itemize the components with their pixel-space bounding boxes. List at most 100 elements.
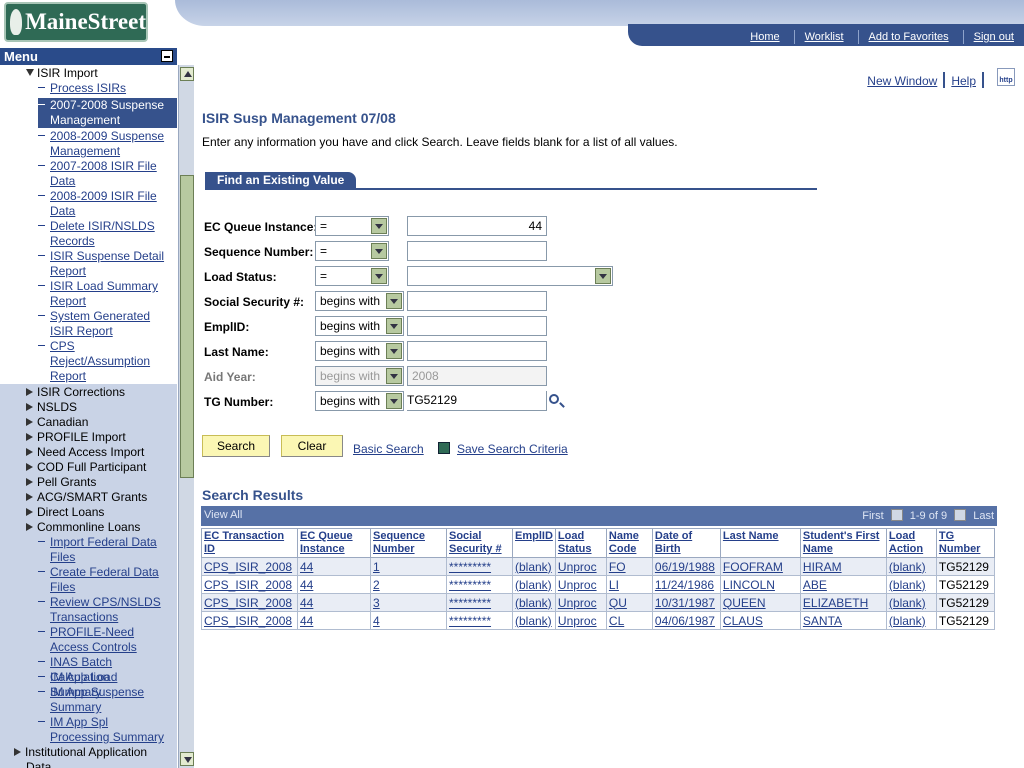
table-cell[interactable]: QUEEN <box>719 593 801 612</box>
social-security-input[interactable] <box>407 291 547 311</box>
table-cell[interactable]: ********* <box>446 611 513 630</box>
menu-item-acg-smart-grants[interactable]: ACG/SMART Grants <box>26 490 176 505</box>
table-cell[interactable]: (blank) <box>512 593 556 612</box>
table-row[interactable]: CPS_ISIR_2008 44 2 ********* (blank) Unproc LI… <box>201 575 995 594</box>
last-label[interactable]: Last <box>973 510 994 522</box>
last-name-input[interactable] <box>407 341 547 361</box>
table-cell[interactable]: Unproc <box>554 593 607 612</box>
table-cell[interactable]: Unproc <box>554 557 607 576</box>
sign-out-link[interactable]: Sign out <box>962 30 1024 44</box>
table-cell[interactable]: 4 <box>370 611 447 630</box>
table-cell[interactable]: ********* <box>446 557 513 576</box>
table-cell[interactable]: Unproc <box>554 611 607 630</box>
add-to-favorites-link[interactable]: Add to Favorites <box>857 30 959 44</box>
table-cell[interactable]: FO <box>605 557 653 576</box>
save-search-criteria-link[interactable]: Save Search Criteria <box>457 442 568 456</box>
menu-item-canadian[interactable]: Canadian <box>26 415 176 430</box>
menu-item-2007-2008-suspense-management[interactable]: 2007-2008 Suspense Management <box>38 98 177 128</box>
menu-item-isir-corrections[interactable]: ISIR Corrections <box>26 385 176 400</box>
http-icon[interactable]: http <box>997 68 1015 86</box>
table-cell[interactable]: (blank) <box>885 557 937 576</box>
menu-item-direct-loans[interactable]: Direct Loans <box>26 505 176 520</box>
table-cell[interactable]: (blank) <box>885 611 937 630</box>
tg-number-input[interactable]: TG52129 <box>407 391 547 411</box>
scroll-thumb[interactable] <box>180 175 194 478</box>
table-row[interactable]: CPS_ISIR_2008 44 1 ********* (blank) Unproc FO… <box>201 557 995 576</box>
menu-item-need-access-import[interactable]: Need Access Import <box>26 445 176 460</box>
table-cell[interactable]: 44 <box>297 593 371 612</box>
worklist-link[interactable]: Worklist <box>793 30 854 44</box>
table-cell[interactable]: 11/24/1986 <box>651 575 721 594</box>
table-cell[interactable]: HIRAM <box>799 557 887 576</box>
menu-item-profile-import[interactable]: PROFILE Import <box>26 430 176 445</box>
scroll-down-button[interactable] <box>180 752 194 766</box>
column-header[interactable]: EC Transaction ID <box>201 528 298 558</box>
table-cell[interactable]: QU <box>605 593 653 612</box>
help-link[interactable]: Help <box>951 74 976 88</box>
table-cell[interactable]: 2 <box>370 575 447 594</box>
emplid-operator-select[interactable]: begins with <box>315 316 404 336</box>
load-status-input[interactable] <box>407 266 613 286</box>
table-cell[interactable]: SANTA <box>799 611 887 630</box>
menu-item-import-federal-data-files[interactable]: Import Federal Data Files <box>38 535 168 565</box>
menu-item-im-app-suspense-summary[interactable]: IM App Suspense Summary <box>38 685 168 715</box>
new-window-link[interactable]: New Window <box>867 74 937 88</box>
home-link[interactable]: Home <box>740 30 789 44</box>
menu-item-process-isirs[interactable]: Process ISIRs <box>38 81 168 96</box>
table-cell[interactable]: 44 <box>297 575 371 594</box>
ec-queue-instance-operator-select[interactable]: = <box>315 216 389 236</box>
menu-item-review-cps-nslds-transactions[interactable]: Review CPS/NSLDS Transactions <box>38 595 168 625</box>
menu-item-isir-import[interactable]: ISIR Import <box>26 66 176 81</box>
search-button[interactable]: Search <box>202 435 270 457</box>
table-cell[interactable]: LINCOLN <box>719 575 801 594</box>
table-row[interactable]: CPS_ISIR_2008 44 3 ********* (blank) Unproc QU… <box>201 593 995 612</box>
menu-item-system-generated-isir-report[interactable]: System Generated ISIR Report <box>38 309 168 339</box>
table-cell[interactable]: (blank) <box>885 593 937 612</box>
menu-scrollbar[interactable] <box>178 65 194 768</box>
previous-page-icon[interactable] <box>890 509 903 521</box>
table-cell[interactable]: ********* <box>446 575 513 594</box>
table-cell[interactable]: (blank) <box>512 557 556 576</box>
table-cell[interactable]: CLAUS <box>719 611 801 630</box>
table-cell[interactable]: LI <box>605 575 653 594</box>
table-cell[interactable]: CPS_ISIR_2008 <box>201 575 298 594</box>
social-security-operator-select[interactable]: begins with <box>315 291 404 311</box>
table-cell[interactable]: 44 <box>297 557 371 576</box>
table-cell[interactable]: FOOFRAM <box>719 557 801 576</box>
menu-item-isir-suspense-detail-report[interactable]: ISIR Suspense Detail Report <box>38 249 168 279</box>
clear-button[interactable]: Clear <box>281 435 343 457</box>
first-label[interactable]: First <box>862 510 883 522</box>
table-cell[interactable]: ABE <box>799 575 887 594</box>
table-cell[interactable]: (blank) <box>512 575 556 594</box>
last-name-operator-select[interactable]: begins with <box>315 341 404 361</box>
menu-item-cod-full-participant[interactable]: COD Full Participant <box>26 460 176 475</box>
tg-number-operator-select[interactable]: begins with <box>315 391 404 411</box>
menu-item-profile-need-access-controls[interactable]: PROFILE-Need Access Controls <box>38 625 168 655</box>
table-cell[interactable]: CPS_ISIR_2008 <box>201 557 298 576</box>
menu-item-create-federal-data-files[interactable]: Create Federal Data Files <box>38 565 168 595</box>
table-cell[interactable]: ********* <box>446 593 513 612</box>
view-all-link[interactable]: View All <box>204 509 242 521</box>
column-header[interactable]: Student's First Name <box>799 528 887 558</box>
table-cell[interactable]: 04/06/1987 <box>651 611 721 630</box>
menu-item-delete-isir-nslds-records[interactable]: Delete ISIR/NSLDS Records <box>38 219 168 249</box>
table-cell[interactable]: ELIZABETH <box>799 593 887 612</box>
column-header[interactable]: Sequence Number <box>370 528 447 558</box>
next-page-icon[interactable] <box>954 509 967 521</box>
menu-item-commonline-loans[interactable]: Commonline Loans <box>26 520 176 535</box>
column-header[interactable]: Date of Birth <box>651 528 721 558</box>
menu-collapse-icon[interactable] <box>161 50 173 62</box>
column-header[interactable]: Load Status <box>554 528 607 558</box>
table-cell[interactable]: 1 <box>370 557 447 576</box>
table-cell[interactable]: (blank) <box>885 575 937 594</box>
menu-item-isir-load-summary-report[interactable]: ISIR Load Summary Report <box>38 279 168 309</box>
ec-queue-instance-input[interactable]: 44 <box>407 216 547 236</box>
column-header[interactable]: Load Action <box>885 528 937 558</box>
menu-item-2007-2008-isir-file-data[interactable]: 2007-2008 ISIR File Data <box>38 159 168 189</box>
table-row[interactable]: CPS_ISIR_2008 44 4 ********* (blank) Unproc CL… <box>201 611 995 630</box>
emplid-input[interactable] <box>407 316 547 336</box>
menu-item-2008-2009-suspense-management[interactable]: 2008-2009 Suspense Management <box>38 129 168 159</box>
menu-item-nslds[interactable]: NSLDS <box>26 400 176 415</box>
save-icon[interactable] <box>438 442 450 454</box>
column-header[interactable]: EC Queue Instance <box>297 528 371 558</box>
